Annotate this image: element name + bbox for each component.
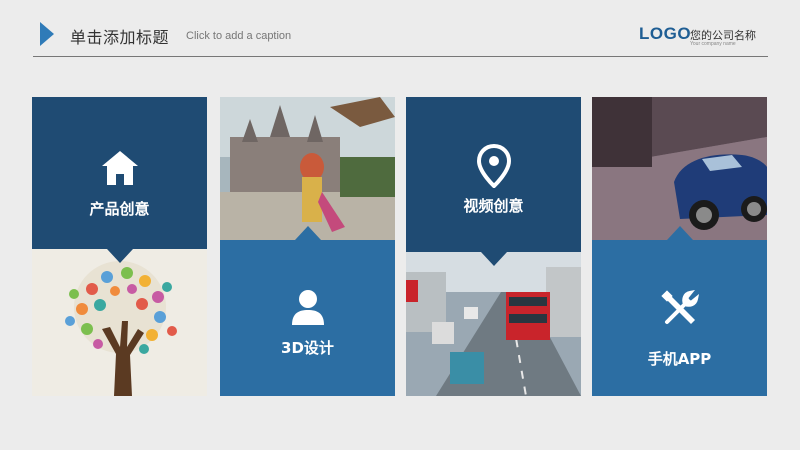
tile-pointer (667, 226, 693, 240)
sports-car-photo (592, 97, 767, 240)
home-icon (101, 151, 138, 185)
company-name-en: Your company name (690, 41, 736, 47)
logo: LOGO (639, 24, 692, 43)
tile-product-idea[interactable]: 产品创意 (32, 97, 207, 249)
location-pin-icon (476, 144, 511, 188)
city-street-bus-photo (406, 252, 581, 396)
column-3d-design: 3D设计 (220, 97, 395, 396)
tile-3d-design[interactable]: 3D设计 (220, 240, 395, 396)
title-arrow-icon (40, 22, 54, 46)
tile-label: 手机APP (647, 350, 712, 368)
user-icon (291, 290, 324, 325)
tile-label: 产品创意 (89, 200, 150, 218)
tile-label: 视频创意 (463, 197, 524, 215)
castle-travel-photo (220, 97, 395, 240)
slide-caption[interactable]: Click to add a caption (186, 30, 291, 42)
tile-pointer (295, 226, 321, 240)
tools-icon (660, 290, 699, 324)
tile-pointer (107, 249, 133, 263)
header-divider (33, 56, 768, 57)
column-product-idea: 产品创意 (32, 97, 207, 396)
tile-video-idea[interactable]: 视频创意 (406, 97, 581, 252)
tile-mobile-app[interactable]: 手机APP (592, 240, 767, 396)
slide-header: 单击添加标题 Click to add a caption LOGO 您的公司名… (0, 0, 800, 60)
column-mobile-app: 手机APP (592, 97, 767, 396)
tile-pointer (481, 252, 507, 266)
column-video-idea: 视频创意 (406, 97, 581, 396)
tile-label: 3D设计 (281, 339, 334, 357)
slide-title[interactable]: 单击添加标题 (70, 24, 169, 48)
handprint-tree-image (32, 249, 207, 396)
